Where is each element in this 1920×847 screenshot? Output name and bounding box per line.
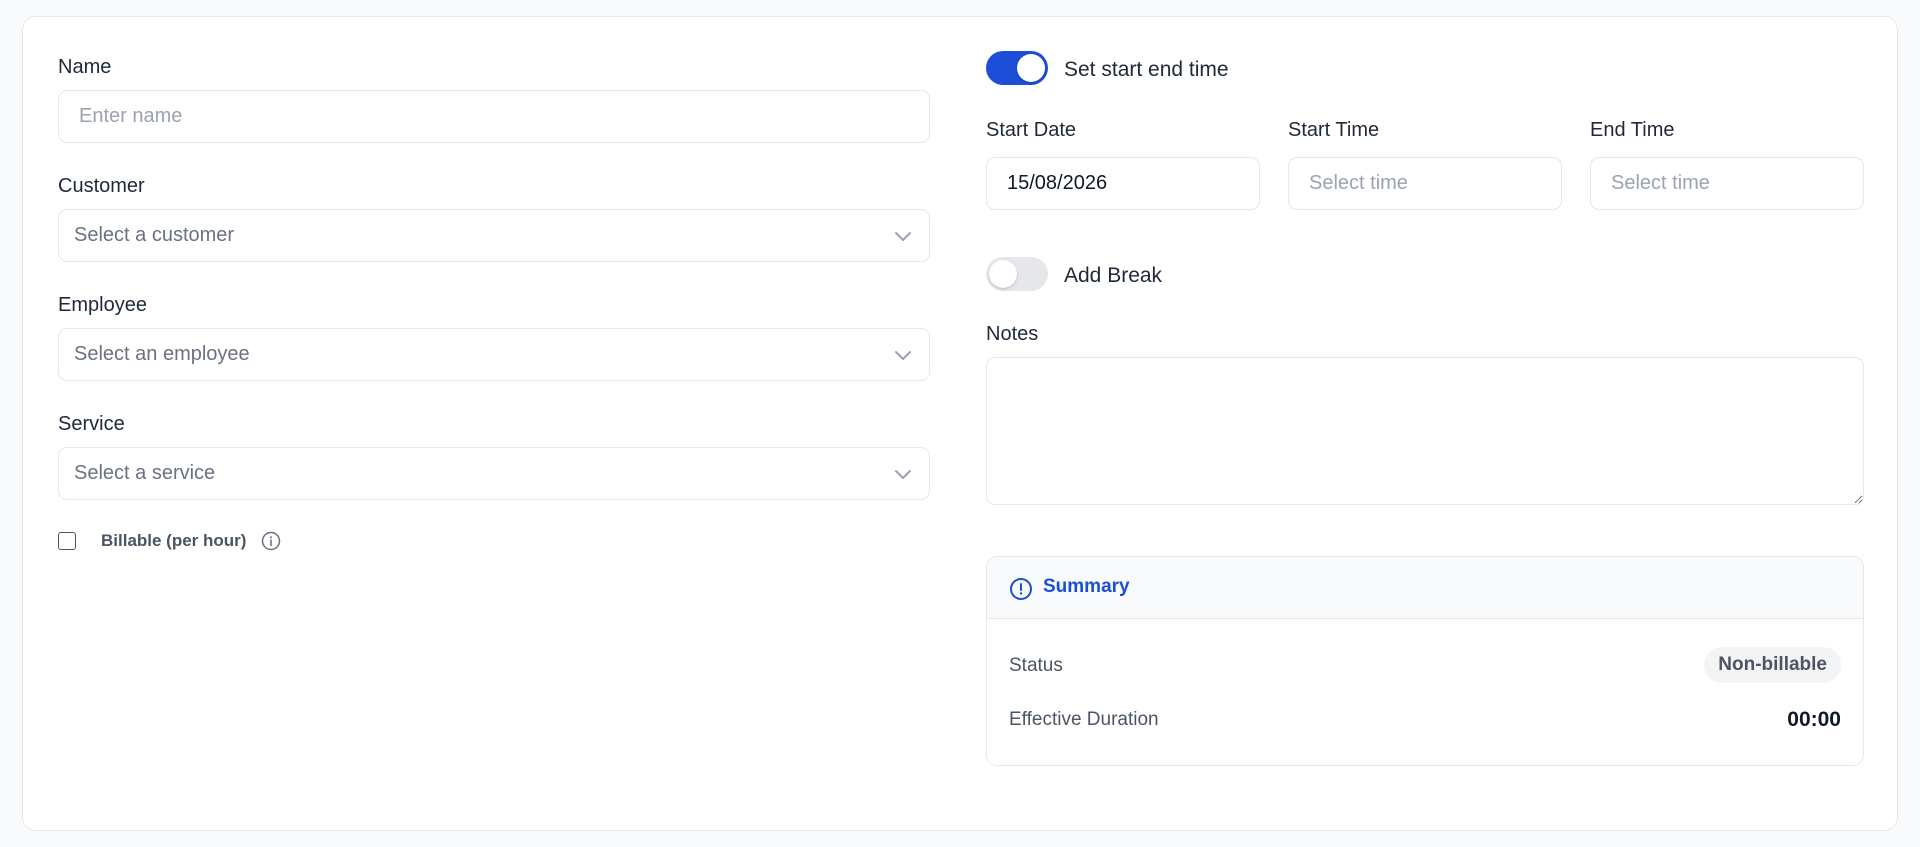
- name-input-placeholder: Enter name: [79, 105, 183, 127]
- employee-select[interactable]: Select an employee: [58, 328, 930, 381]
- end-time-placeholder: Select time: [1611, 172, 1710, 194]
- effective-duration-label: Effective Duration: [1009, 709, 1159, 730]
- employee-label: Employee: [58, 294, 147, 316]
- toggle-knob: [1017, 54, 1045, 82]
- effective-duration-value: 00:00: [1787, 708, 1841, 731]
- start-date-value: 15/08/2026: [1007, 172, 1108, 194]
- start-date-input[interactable]: 15/08/2026: [986, 157, 1260, 210]
- add-break-toggle[interactable]: [986, 257, 1048, 291]
- service-label: Service: [58, 413, 125, 435]
- toggle-knob: [989, 260, 1017, 288]
- set-start-end-time-toggle[interactable]: [986, 51, 1048, 85]
- end-time-input[interactable]: Select time: [1590, 157, 1864, 210]
- status-label: Status: [1009, 655, 1063, 676]
- status-badge: Non-billable: [1704, 647, 1841, 683]
- info-icon[interactable]: [261, 531, 281, 551]
- chevron-down-icon: [895, 469, 911, 479]
- start-time-label: Start Time: [1288, 119, 1380, 141]
- employee-select-placeholder: Select an employee: [74, 343, 250, 365]
- notes-label: Notes: [986, 323, 1039, 345]
- set-start-end-time-label: Set start end time: [1064, 58, 1229, 81]
- summary-header: Summary: [987, 557, 1863, 619]
- add-break-label: Add Break: [1064, 264, 1163, 287]
- billable-label: Billable (per hour): [101, 531, 247, 550]
- chevron-down-icon: [895, 350, 911, 360]
- service-select[interactable]: Select a service: [58, 447, 930, 500]
- alert-circle-icon: [1010, 578, 1032, 600]
- time-entry-form-card: Name Enter name Customer Select a custom…: [22, 16, 1898, 831]
- customer-select-placeholder: Select a customer: [74, 224, 235, 246]
- name-label: Name: [58, 56, 112, 78]
- start-time-input[interactable]: Select time: [1288, 157, 1562, 210]
- customer-select[interactable]: Select a customer: [58, 209, 930, 262]
- notes-textarea[interactable]: [986, 357, 1864, 505]
- summary-panel: Summary Status Non-billable Effective Du…: [986, 556, 1864, 766]
- name-input[interactable]: Enter name: [58, 90, 930, 143]
- chevron-down-icon: [895, 231, 911, 241]
- start-date-label: Start Date: [986, 119, 1077, 141]
- summary-title: Summary: [1043, 576, 1130, 597]
- customer-label: Customer: [58, 175, 145, 197]
- billable-checkbox[interactable]: [58, 532, 76, 550]
- start-time-placeholder: Select time: [1309, 172, 1408, 194]
- service-select-placeholder: Select a service: [74, 462, 216, 484]
- end-time-label: End Time: [1590, 119, 1675, 141]
